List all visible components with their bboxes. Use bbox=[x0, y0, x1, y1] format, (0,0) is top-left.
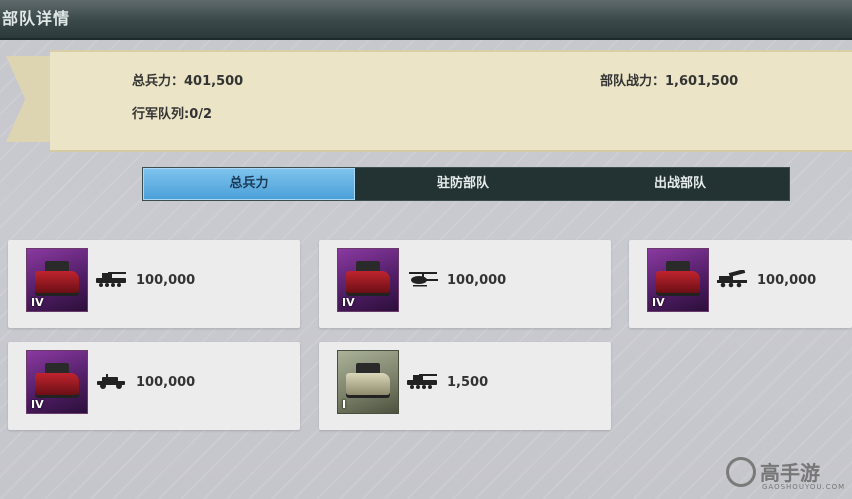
vehicle-body bbox=[35, 271, 79, 293]
unit-portrait: I bbox=[337, 350, 399, 414]
unit-card[interactable]: IV 100,000 bbox=[319, 240, 611, 328]
tab-label: 总兵力 bbox=[229, 176, 269, 191]
window-title: 部队详情 bbox=[2, 9, 71, 28]
watermark-subtext: GAOSHOUYOU.COM bbox=[762, 483, 846, 491]
watermark-logo-icon bbox=[726, 457, 756, 487]
tab-combat-troops[interactable]: 出战部队 bbox=[571, 168, 789, 200]
title-bar: 部队详情 bbox=[0, 0, 852, 40]
tab-total-troops[interactable]: 总兵力 bbox=[143, 168, 355, 200]
tank-icon bbox=[96, 272, 126, 287]
vehicle-body bbox=[346, 373, 390, 395]
jeep-icon bbox=[97, 374, 125, 389]
watermark-text: 高手游 bbox=[760, 461, 820, 485]
unit-card[interactable]: IV 100,000 bbox=[8, 342, 300, 430]
rocket-launcher-icon bbox=[717, 270, 747, 288]
unit-rank: IV bbox=[652, 296, 665, 309]
march-queue-label: 行军队列:0/2 bbox=[132, 107, 213, 122]
unit-card[interactable]: IV 100,000 bbox=[8, 240, 300, 328]
vehicle-body bbox=[656, 271, 700, 293]
unit-portrait: IV bbox=[337, 248, 399, 312]
unit-rank: IV bbox=[31, 296, 44, 309]
tab-label: 驻防部队 bbox=[436, 176, 489, 191]
unit-count: 1,500 bbox=[447, 375, 489, 390]
helicopter-icon bbox=[409, 272, 438, 287]
unit-rank: I bbox=[342, 398, 347, 411]
watermark: 高手游 GAOSHOUYOU.COM bbox=[726, 455, 844, 493]
vehicle-body bbox=[35, 373, 79, 395]
unit-rank: IV bbox=[31, 398, 44, 411]
troop-power-label: 部队战力：1,601,500 bbox=[600, 74, 739, 89]
unit-count: 100,000 bbox=[757, 273, 817, 288]
tab-garrison-troops[interactable]: 驻防部队 bbox=[355, 168, 571, 200]
unit-rank: IV bbox=[342, 296, 355, 309]
unit-count: 100,000 bbox=[136, 273, 196, 288]
unit-portrait: IV bbox=[26, 248, 88, 312]
unit-portrait: IV bbox=[26, 350, 88, 414]
tank-icon bbox=[407, 374, 437, 389]
unit-count: 100,000 bbox=[447, 273, 507, 288]
vehicle-body bbox=[346, 271, 390, 293]
unit-card[interactable]: I 1,500 bbox=[319, 342, 611, 430]
unit-portrait: IV bbox=[647, 248, 709, 312]
unit-count: 100,000 bbox=[136, 375, 196, 390]
summary-panel: 总兵力：401,500 行军队列:0/2 部队战力：1,601,500 bbox=[50, 50, 852, 152]
tab-bar: 总兵力 驻防部队 出战部队 bbox=[142, 167, 790, 201]
unit-card[interactable]: IV 100,000 bbox=[629, 240, 852, 328]
total-troops-label: 总兵力：401,500 bbox=[132, 74, 244, 89]
tab-label: 出战部队 bbox=[653, 176, 706, 191]
